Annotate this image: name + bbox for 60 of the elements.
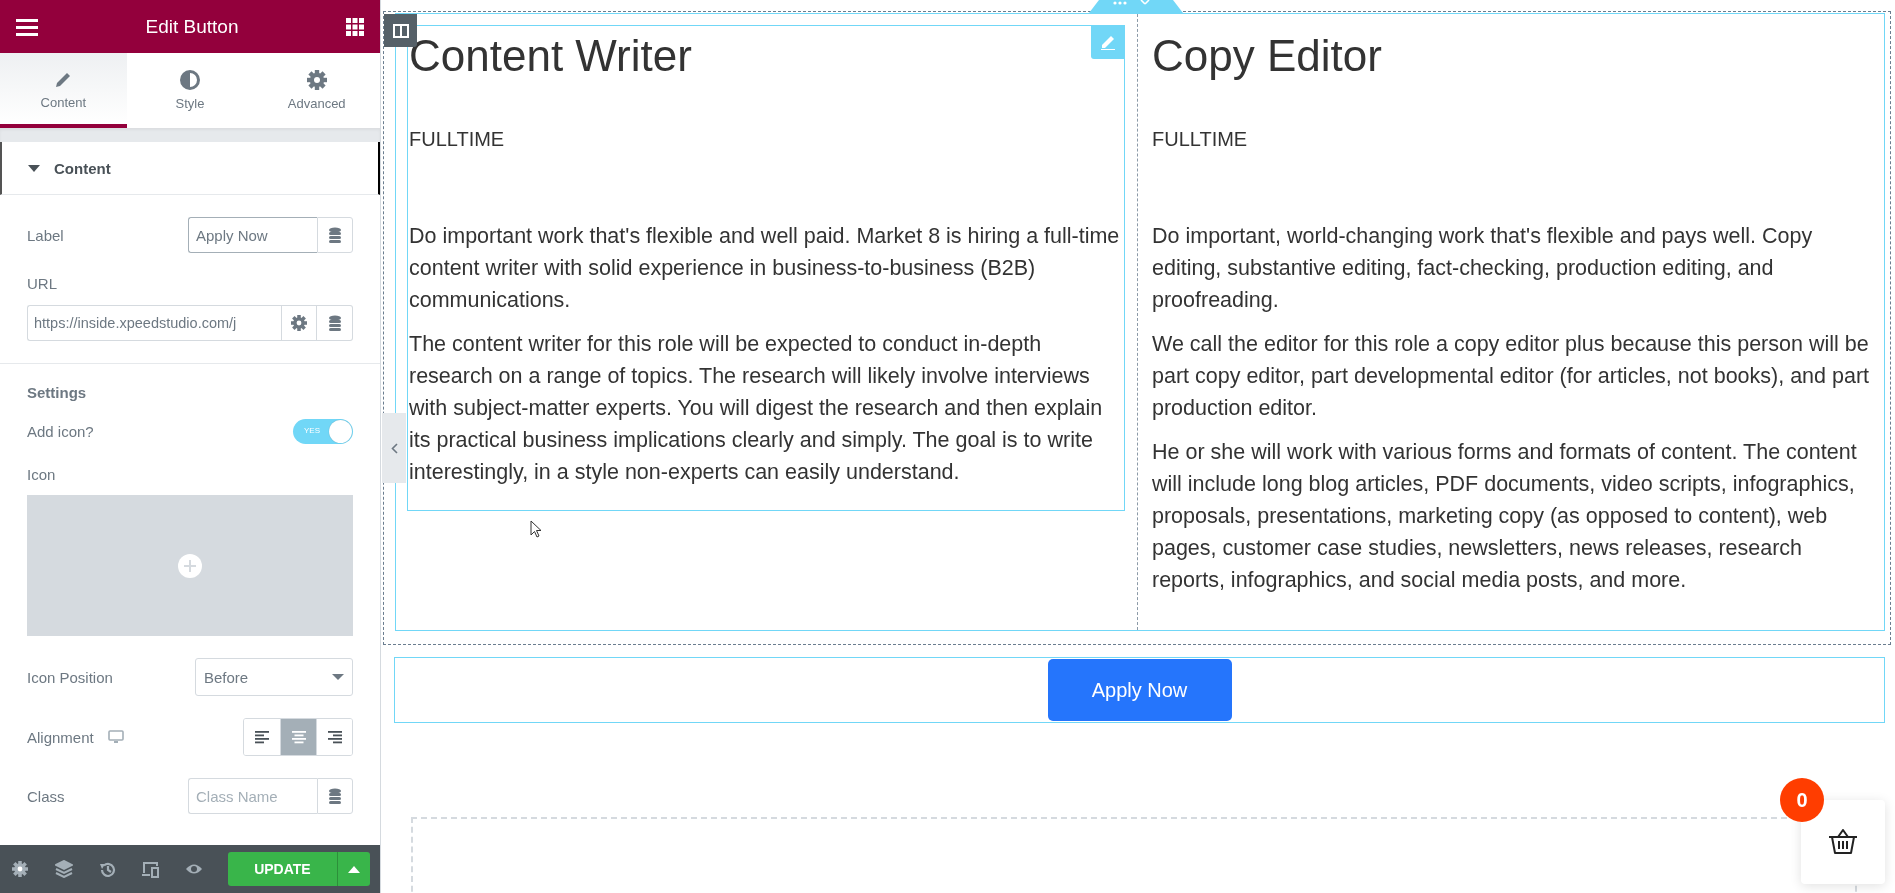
more-options-button[interactable] (336, 852, 370, 886)
field-label: Label (27, 226, 64, 244)
update-button[interactable]: UPDATE (228, 852, 337, 886)
job-type: FULLTIME (409, 127, 506, 152)
settings-heading: Settings (27, 384, 88, 401)
job-description: Do important work that's flexible and well paid. Market 8 is hiring a full-time content writer with solid experience in business-to-business (B2B) communications. (409, 223, 1121, 314)
gear-icon (291, 315, 307, 331)
job-description: He or she will work with various forms and formats of content. The content will include long blog articles, PDF documents, video scripts, infographics, proposals, presentations, marketing copy (as opposed to content), web pages, customer case studies, newsletters, news releases, research reports, infographics, and social media posts, and more. (1152, 439, 1858, 594)
pencil-icon (1100, 34, 1116, 50)
job-title: Copy Editor (1152, 30, 1382, 82)
basket-icon (1828, 829, 1858, 855)
align-center-icon (290, 730, 307, 744)
input-field[interactable]: Apply Now (188, 217, 317, 253)
apply-now-button[interactable]: Apply Now (1047, 659, 1232, 721)
layers-icon (55, 860, 74, 878)
job-description: Do important, world-changing work that's flexible and pays well. Copy editing, substantive editing, fact-checking, production editing, and proofreading. (1152, 223, 1814, 314)
dynamic-tags-button[interactable] (317, 778, 353, 814)
panel-title: Edit Button (145, 15, 239, 38)
align-right-icon (326, 730, 343, 744)
dropdown-icon (332, 674, 344, 680)
cursor-icon (530, 520, 542, 538)
url-field[interactable]: https://inside.xpeedstudio.com/j (27, 305, 281, 341)
field-label: Class (27, 787, 65, 805)
cart-count-badge: 0 (1780, 778, 1824, 822)
align-button[interactable] (316, 719, 352, 755)
field-label: Add icon? (27, 423, 94, 440)
database-icon (327, 314, 342, 332)
field-label: URL (27, 275, 58, 292)
menu-icon[interactable] (16, 17, 38, 36)
field-label: Icon Position (27, 668, 113, 686)
job-description: The content writer for this role will be expected to conduct in-depth research on a range of topics. The research will likely involve interviews with subject-matter experts. You will digest the research and then explain its practical business implications clearly and simply. The goal is to write interestingly, in a style non-experts can easily understand. (409, 331, 1104, 486)
section-header[interactable]: Content (0, 142, 380, 195)
eye-icon (185, 862, 203, 876)
contrast-icon (180, 70, 200, 90)
apps-grid-icon[interactable] (346, 17, 364, 36)
pencil-icon (54, 71, 73, 89)
panel-tab[interactable]: Content (0, 53, 127, 128)
database-icon (328, 787, 342, 805)
field-label: Alignment (27, 728, 94, 746)
gear-icon (306, 70, 327, 90)
caret-up-icon (347, 865, 360, 873)
job-title: Content Writer (409, 30, 692, 82)
job-description: We call the editor for this role a copy editor plus because this person will be part copy editor, part developmental editor (for articles, not books), and part production editor. (1152, 331, 1870, 422)
chevron-left-icon (390, 442, 398, 454)
settings-icon (12, 861, 28, 877)
select-field[interactable]: Before (195, 658, 353, 696)
dynamic-tags-button[interactable] (317, 217, 353, 253)
database-icon (328, 226, 342, 244)
desktop-icon (107, 730, 124, 744)
plus-icon (178, 553, 202, 578)
history-icon (98, 860, 116, 878)
columns-icon (392, 23, 409, 38)
responsive-icon (141, 860, 159, 878)
job-type: FULLTIME (1152, 127, 1249, 152)
field-label: Icon (27, 466, 57, 483)
section-handle-drawing[interactable] (1089, 0, 1183, 13)
align-left-icon (254, 730, 270, 744)
link-options-button[interactable] (281, 305, 317, 341)
input-field[interactable]: Class Name (188, 778, 317, 814)
dynamic-tags-button[interactable] (317, 305, 353, 341)
